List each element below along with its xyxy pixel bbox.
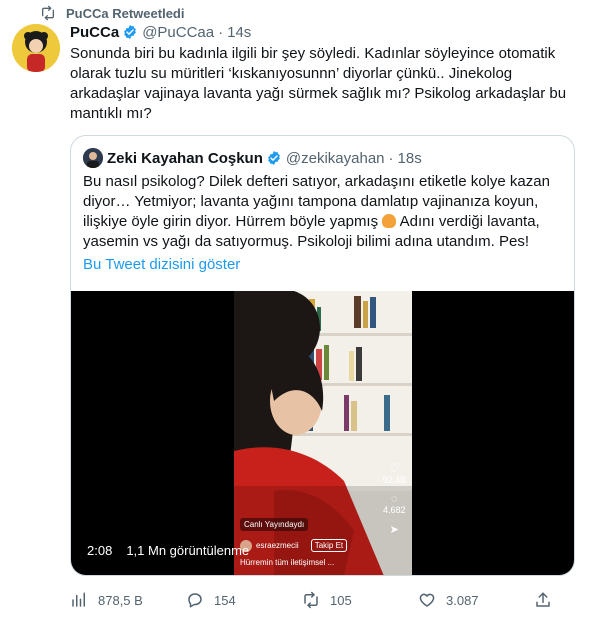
video-info: 2:08 1,1 Mn görüntülenme [87, 543, 249, 558]
quote-text: Bu nasıl psikolog? Dilek defteri satıyor… [83, 172, 563, 252]
analytics-icon [72, 592, 85, 607]
retweet-button[interactable]: 105 [302, 591, 418, 609]
quote-avatar [83, 148, 103, 168]
share-icon [536, 592, 550, 607]
retweet-label: PuCCa Retweetledi [66, 5, 185, 21]
overlay-username: esraezmecii [256, 541, 299, 550]
video-views: 1,1 Mn görüntülenme [126, 543, 250, 558]
separator: · [388, 149, 394, 167]
separator: · [218, 23, 224, 41]
overlay-stats: ♡ 92,4B ◌ 4.682 ➤ [382, 461, 406, 536]
like-button[interactable]: 3.087 [418, 591, 534, 609]
action-bar: 878,5 B 154 105 3.087 [70, 588, 570, 612]
tweet-text: Sonunda biri bu kadınla ilgili bir şey s… [70, 45, 567, 122]
overlay-caption: Hürremin tüm iletişimsel ... [240, 558, 335, 567]
show-thread-link[interactable]: Bu Tweet dizisini göster [83, 256, 240, 273]
verified-icon [268, 151, 280, 165]
share-overlay-icon: ➤ [389, 524, 399, 536]
video-player[interactable]: ♡ 92,4B ◌ 4.682 ➤ Canlı Yayındaydı esrae… [71, 291, 574, 575]
like-count: 3.087 [446, 592, 479, 608]
author-handle[interactable]: @PuCCaa [142, 24, 214, 41]
video-frame: ♡ 92,4B ◌ 4.682 ➤ Canlı Yayındaydı esrae… [234, 291, 412, 575]
tweet-header: PuCCa @PuCCaa · 14s [70, 22, 251, 42]
heart-overlay-icon: ♡ [388, 461, 400, 475]
quote-author-handle: @zekikayahan [285, 149, 385, 167]
comment-overlay-icon: ◌ [390, 493, 398, 505]
reply-count: 154 [214, 592, 236, 608]
views-count: 878,5 B [98, 592, 143, 608]
quote-author-name: Zeki Kayahan Coşkun [107, 149, 263, 167]
retweet-count: 105 [330, 592, 352, 608]
overlay-comments: 4.682 [382, 505, 406, 515]
retweet-indicator[interactable]: PuCCa Retweetledi [40, 4, 184, 22]
views-button[interactable]: 878,5 B [70, 591, 186, 609]
quote-header: Zeki Kayahan Coşkun @zekikayahan · 18s [83, 148, 422, 168]
retweet-icon [42, 5, 54, 21]
overlay-likes: 92,4B [382, 475, 406, 485]
quoted-tweet[interactable]: Zeki Kayahan Coşkun @zekikayahan · 18s B… [70, 135, 575, 576]
overlay-follow: Takip Et [310, 539, 348, 552]
video-duration: 2:08 [87, 543, 113, 558]
overlay-user-row: esraezmecii Takip Et [240, 539, 348, 552]
share-button[interactable] [534, 591, 562, 609]
woman-emoji-icon [382, 214, 397, 228]
avatar[interactable] [12, 24, 60, 72]
quote-time: 18s [397, 149, 422, 167]
tweet-time[interactable]: 14s [227, 24, 251, 41]
heart-icon [419, 593, 435, 607]
retweet-icon [304, 591, 318, 609]
author-name[interactable]: PuCCa [70, 24, 119, 41]
verified-icon [124, 25, 137, 39]
live-badge: Canlı Yayındaydı [240, 518, 309, 531]
reply-button[interactable]: 154 [186, 591, 302, 609]
reply-icon [188, 593, 202, 608]
